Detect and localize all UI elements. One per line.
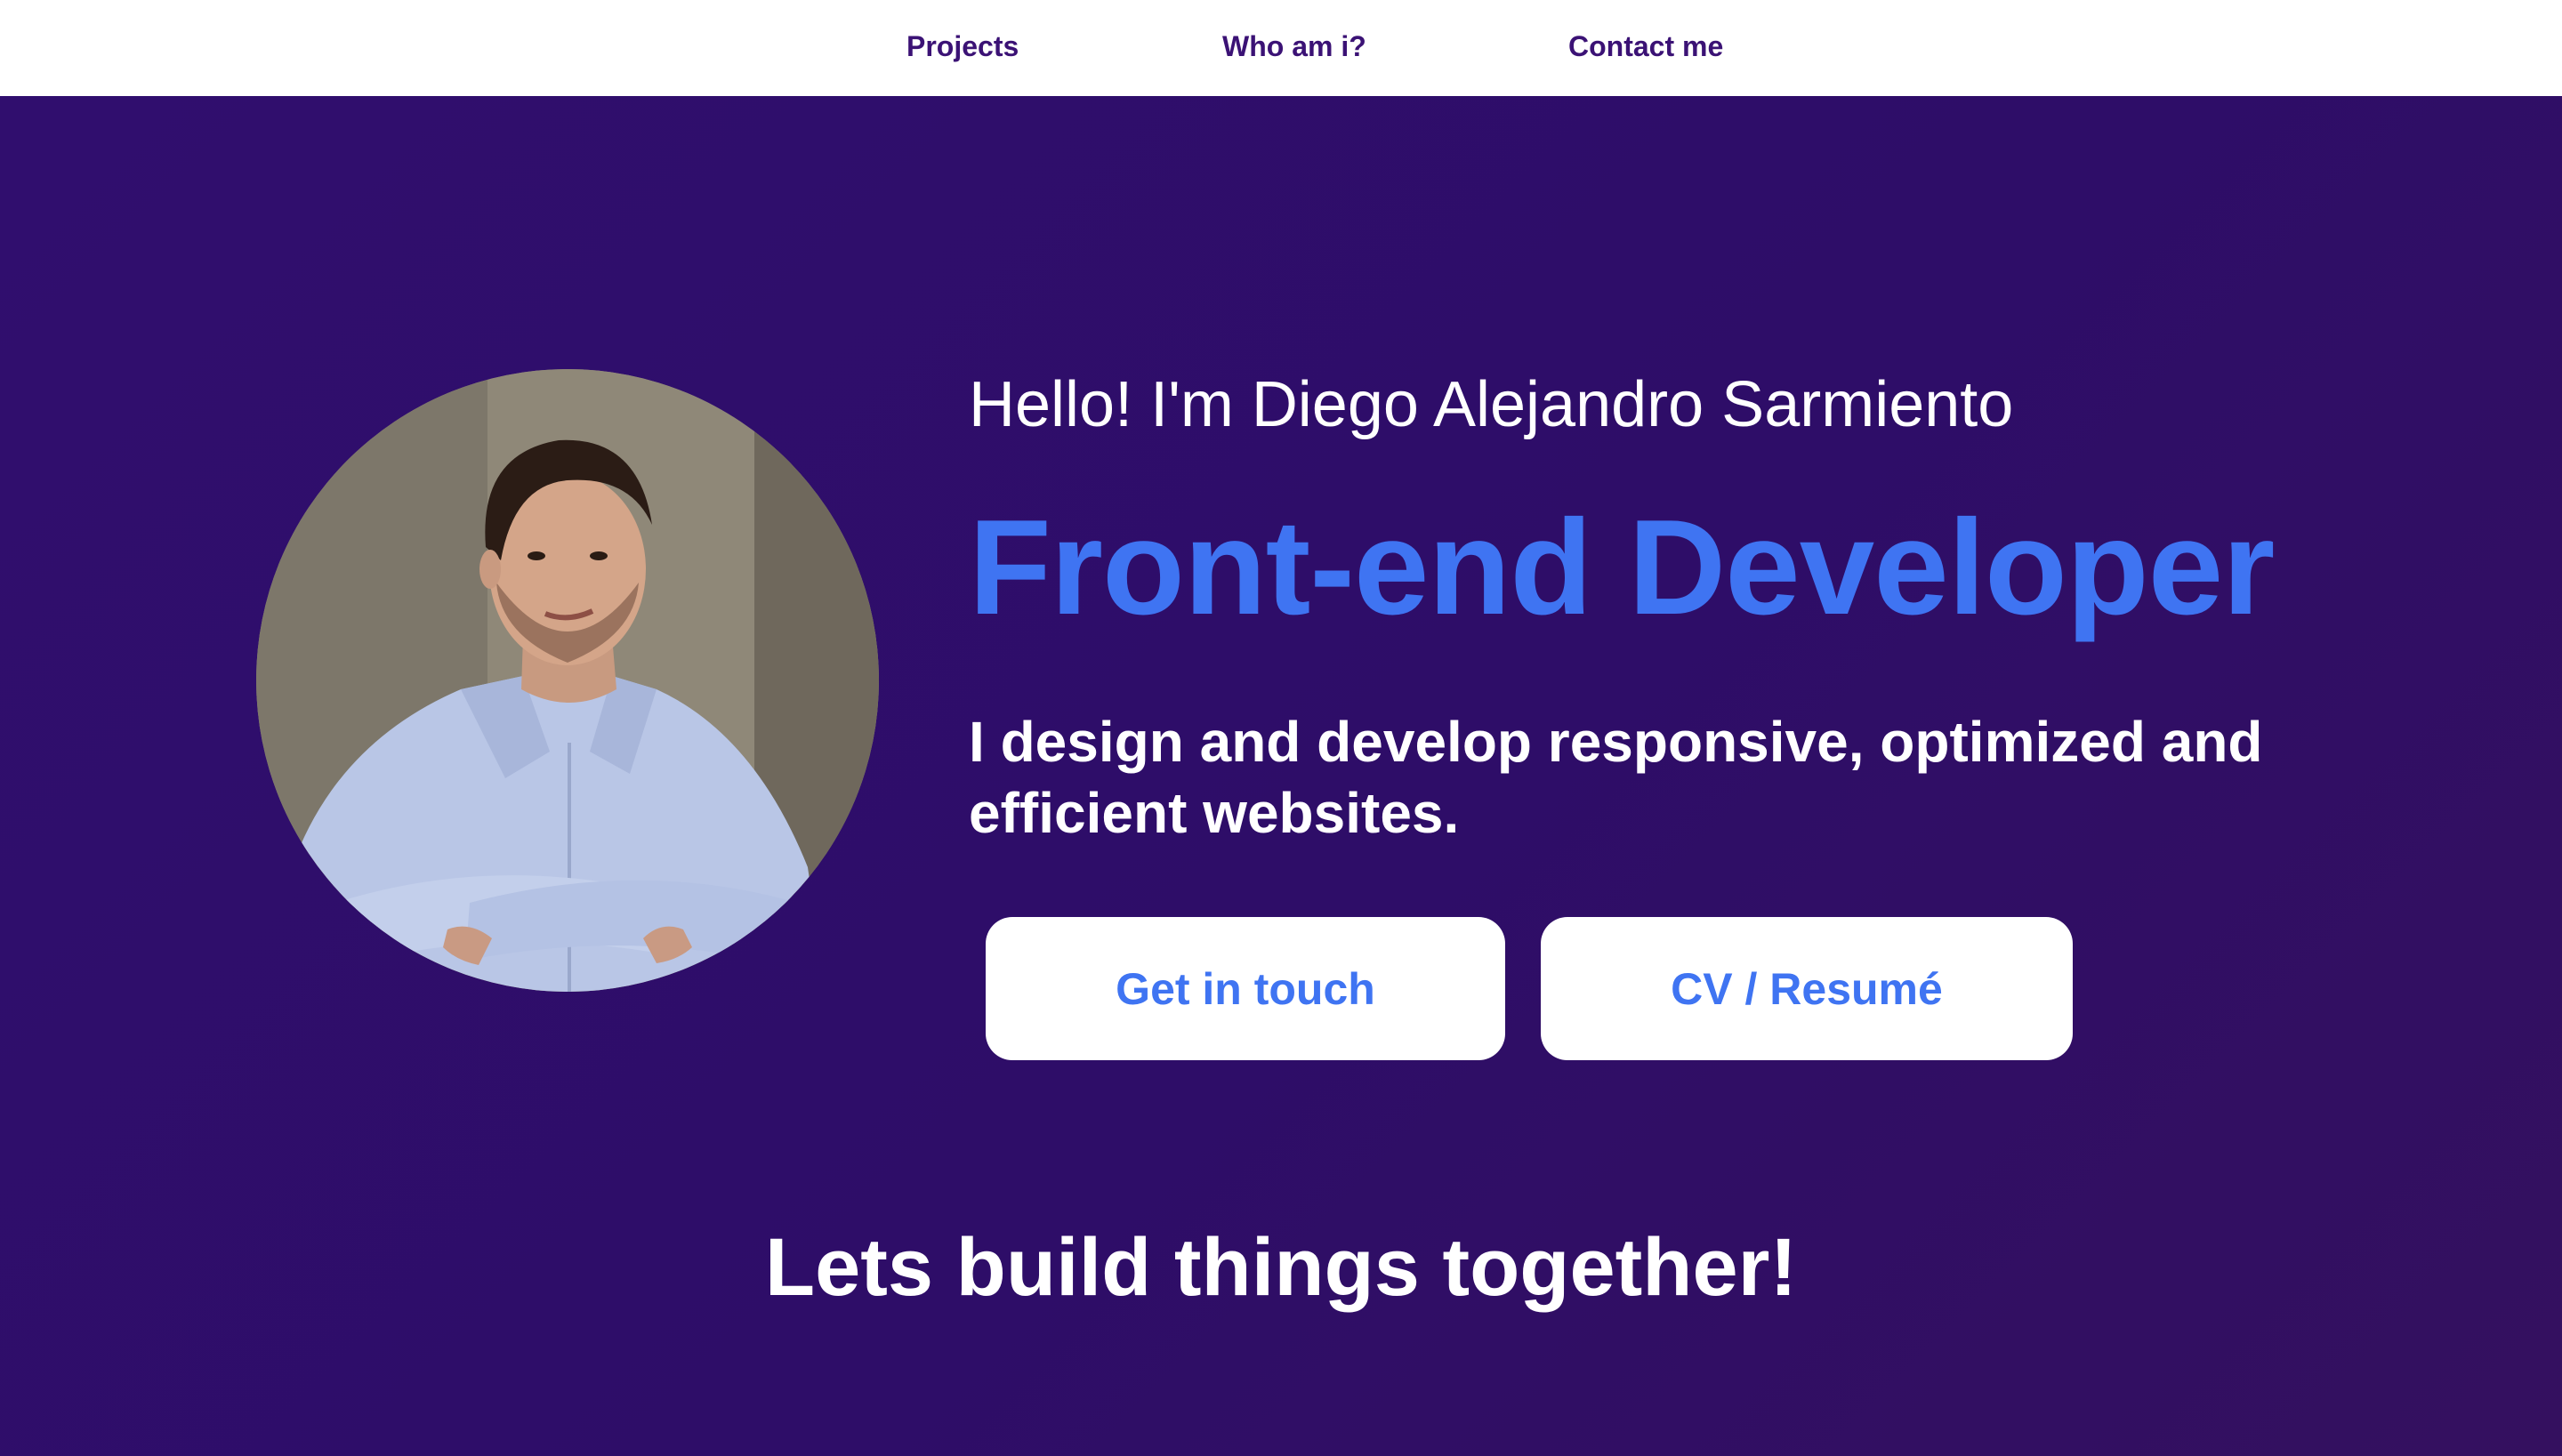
hero-section: Hello! I'm Diego Alejandro Sarmiento Fro… — [0, 96, 2562, 1456]
top-navbar: Projects Who am i? Contact me — [0, 0, 2562, 96]
get-in-touch-button[interactable]: Get in touch — [986, 917, 1505, 1060]
nav-link-who-am-i[interactable]: Who am i? — [1222, 28, 1366, 64]
closing-heading: Lets build things together! — [764, 1222, 1798, 1313]
cv-resume-button[interactable]: CV / Resumé — [1541, 917, 2073, 1060]
profile-photo — [256, 369, 879, 992]
role-title: Front-end Developer — [969, 492, 2275, 643]
tagline-text: I design and develop responsive, optimiz… — [969, 710, 2263, 845]
greeting-text: Hello! I'm Diego Alejandro Sarmiento — [969, 369, 2014, 440]
nav-link-contact-me[interactable]: Contact me — [1568, 28, 1723, 64]
nav-link-projects[interactable]: Projects — [906, 28, 1019, 64]
